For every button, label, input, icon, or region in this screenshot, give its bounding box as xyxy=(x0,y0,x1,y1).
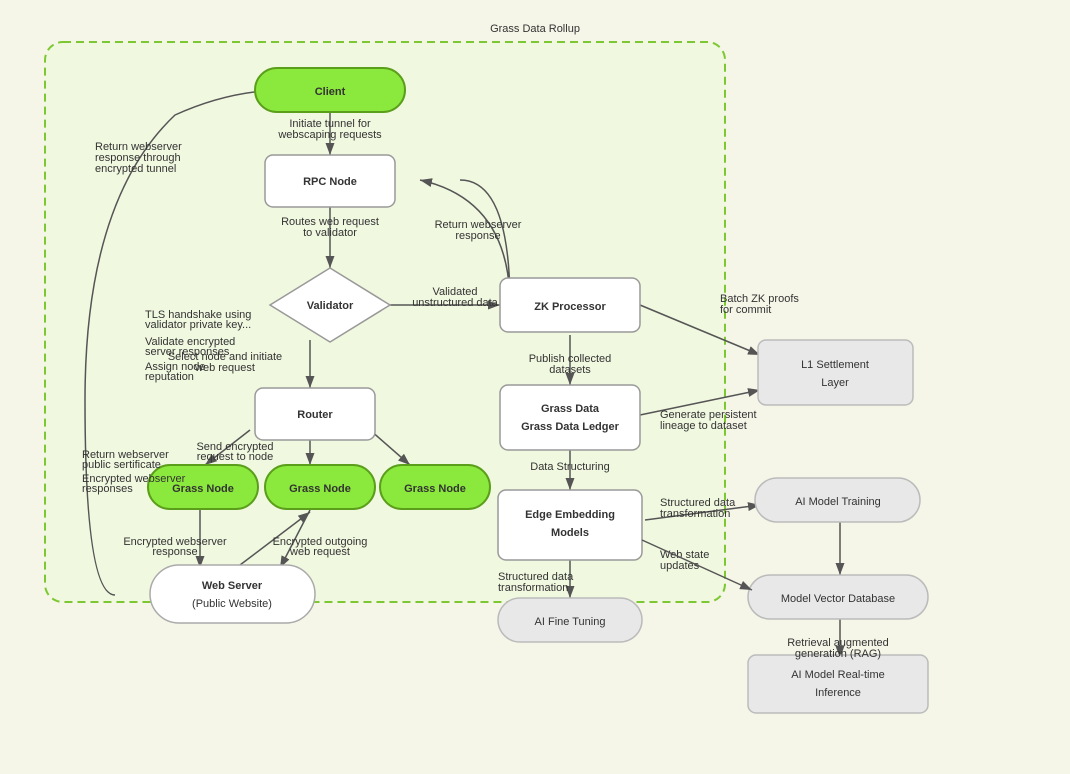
ai-realtime-label1: AI Model Real-time xyxy=(791,669,885,681)
label-return-webserver2: response xyxy=(455,230,500,242)
ai-fine-tuning-label: AI Fine Tuning xyxy=(535,616,606,628)
label-publish2: datasets xyxy=(549,364,591,376)
label-initiate-tunnel2: webscaping requests xyxy=(277,129,382,141)
web-server-node xyxy=(150,565,315,623)
l1-settlement-label1: L1 Settlement xyxy=(801,359,869,371)
edge-embedding-label2: Models xyxy=(551,527,589,539)
label-encrypted-response2: response xyxy=(152,546,197,558)
web-server-label: Web Server xyxy=(202,580,263,592)
label-encrypted-web2: responses xyxy=(82,483,133,495)
label-assign2: reputation xyxy=(145,371,194,383)
web-server-sublabel: (Public Website) xyxy=(192,598,272,610)
label-return-cert2: public sertificate xyxy=(82,459,161,471)
grass-node-2-label: Grass Node xyxy=(289,483,351,495)
router-label: Router xyxy=(297,409,333,421)
model-vector-db-label: Model Vector Database xyxy=(781,593,895,605)
label-send-encrypted2: request to node xyxy=(197,451,273,463)
label-batch-zk2: for commit xyxy=(720,304,771,316)
grass-data-ledger-label: Grass Data xyxy=(541,403,600,415)
grass-node-3-label: Grass Node xyxy=(404,483,466,495)
ai-model-training-label: AI Model Training xyxy=(795,496,881,508)
client-label: Client xyxy=(315,86,346,98)
zk-processor-label: ZK Processor xyxy=(534,301,606,313)
label-structured4: transformation xyxy=(498,582,568,594)
grass-data-ledger-node xyxy=(500,385,640,450)
grass-data-ledger-label2: Grass Data Ledger xyxy=(521,421,620,433)
label-data-structuring: Data Structuring xyxy=(530,461,609,473)
label-web-state2: updates xyxy=(660,560,700,572)
label-tunnel-return3: encrypted tunnel xyxy=(95,163,176,175)
rpc-label: RPC Node xyxy=(303,176,357,188)
label-validated2: unstructured data xyxy=(412,297,498,309)
diagram-container: Grass Data Rollup Client RPC Node xyxy=(0,0,1070,774)
l1-settlement-node xyxy=(758,340,913,405)
label-encrypted-outgoing2: web request xyxy=(289,546,350,558)
label-generate2: lineage to dataset xyxy=(660,420,747,432)
validator-label: Validator xyxy=(307,300,354,312)
diagram-title: Grass Data Rollup xyxy=(490,23,580,35)
ai-realtime-node xyxy=(748,655,928,713)
l1-settlement-label2: Layer xyxy=(821,377,849,389)
label-structured2: transformation xyxy=(660,508,730,520)
label-validate2: server responses xyxy=(145,346,230,358)
edge-embedding-node xyxy=(498,490,642,560)
ai-realtime-label2: Inference xyxy=(815,687,861,699)
label-tls2: validator private key... xyxy=(145,319,251,331)
label-routes-web2: to validator xyxy=(303,227,357,239)
label-rag2: generation (RAG) xyxy=(795,648,881,660)
edge-embedding-label1: Edge Embedding xyxy=(525,509,615,521)
